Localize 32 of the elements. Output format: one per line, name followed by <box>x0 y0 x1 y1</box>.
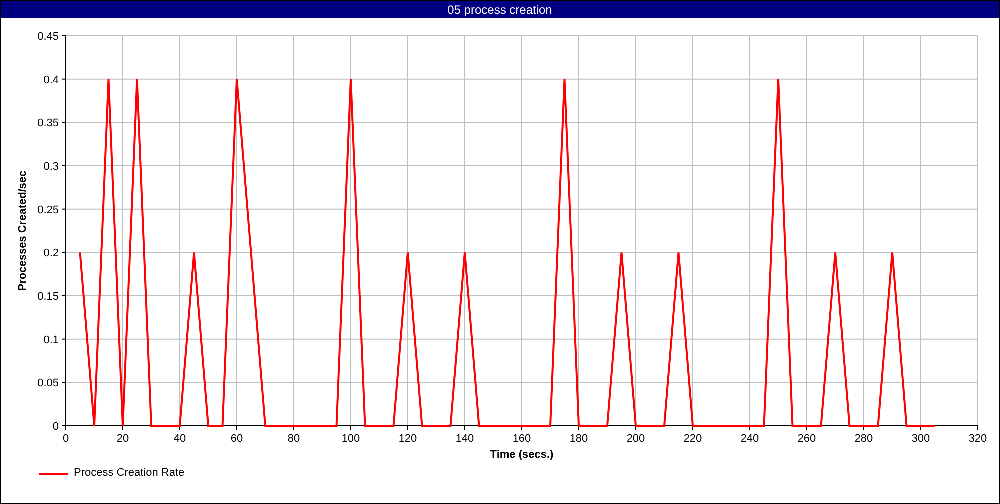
axis-tick-label: 20 <box>116 433 130 445</box>
axis-tick-label: 0.45 <box>38 31 59 43</box>
axis-tick-label: 140 <box>456 433 474 445</box>
axis-tick-label: 80 <box>288 433 300 445</box>
axis-tick-label: 0 <box>62 433 70 445</box>
window-title: 05 process creation <box>448 4 552 16</box>
legend-label: Process Creation Rate <box>74 468 185 479</box>
axis-tick-label: 220 <box>684 433 702 445</box>
axis-tick-label: 0.35 <box>38 118 59 130</box>
axis-title: Processes Created/sec <box>17 170 29 292</box>
axis-tick-label: 180 <box>570 433 588 445</box>
axis-tick-label: 280 <box>854 433 874 445</box>
axis-tick-label: 260 <box>798 433 816 445</box>
axis-tick-label: 0 <box>52 421 59 433</box>
axis-title: Time (secs.) <box>490 449 554 461</box>
axis-tick-label: 0.2 <box>44 248 59 260</box>
axis-tick-label: 240 <box>740 433 760 445</box>
axis-tick-label: 0.3 <box>44 161 59 173</box>
axis-tick-label: 0.4 <box>44 74 59 86</box>
axis-tick-label: 300 <box>912 433 930 445</box>
axis-tick-label: 160 <box>512 433 532 445</box>
axis-tick-label: 40 <box>174 433 186 445</box>
axis-tick-label: 100 <box>342 433 360 445</box>
axis-tick-label: 60 <box>230 433 244 445</box>
axis-tick-label: 0.25 <box>38 204 59 216</box>
axis-tick-label: 0.1 <box>44 334 59 346</box>
axis-tick-label: 120 <box>398 433 418 445</box>
axis-tick-label: 0.15 <box>38 291 59 303</box>
legend-line-icon <box>39 472 68 474</box>
axis-tick-label: 320 <box>968 433 988 445</box>
axis-tick-label: 0.05 <box>38 378 59 390</box>
axis-tick-label: 200 <box>626 433 646 445</box>
